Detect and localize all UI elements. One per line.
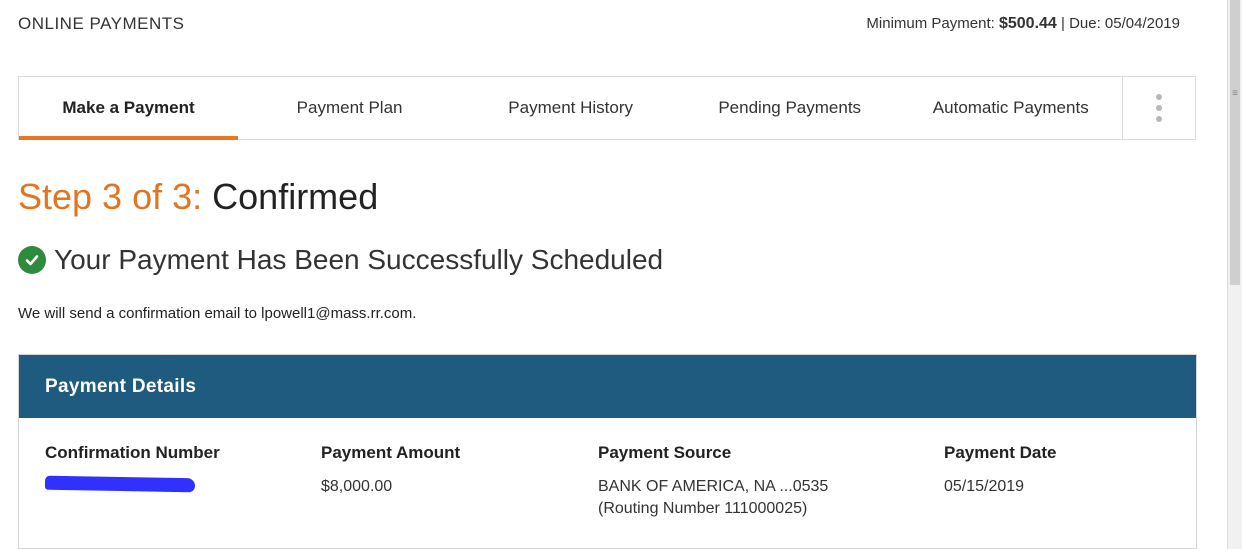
confirmation-number-column: Confirmation Number [44,443,220,498]
online-payments-page: ONLINE PAYMENTS Minimum Payment: $500.44… [0,0,1242,549]
page-header-title: ONLINE PAYMENTS [18,14,185,33]
tab-automatic-payments[interactable]: Automatic Payments [899,77,1122,139]
header-separator: | [1060,15,1065,32]
payment-source-column: Payment Source BANK OF AMERICA, NA ...05… [598,443,828,520]
min-payment-value: $500.44 [998,15,1057,32]
grip-icon: ≡ [1232,88,1238,99]
step-prefix: Step 3 of 3: [18,176,203,217]
payment-details-panel: Payment Details Confirmation Number Paym… [18,354,1197,549]
check-circle-icon [18,246,46,274]
scrollbar-thumb[interactable] [1230,0,1240,285]
success-text: Your Payment Has Been Successfully Sched… [54,244,664,275]
payment-amount-column: Payment Amount $8,000.00 [321,443,460,498]
min-payment-label: Minimum Payment: [866,15,995,32]
minimum-payment-info: Minimum Payment: $500.44 | Due: 05/04/20… [866,15,1180,33]
vertical-ellipsis-icon[interactable] [1122,77,1195,139]
vertical-scrollbar[interactable]: ≡ [1227,0,1242,549]
tab-payment-history[interactable]: Payment History [461,77,680,139]
success-message: Your Payment Has Been Successfully Sched… [18,244,663,276]
tab-label: Automatic Payments [932,98,1089,117]
step-heading: Step 3 of 3: Confirmed [18,176,378,218]
tab-label: Payment History [508,98,633,117]
payment-amount-value: $8,000.00 [321,478,393,495]
tab-label: Payment Plan [296,98,403,117]
tab-make-a-payment[interactable]: Make a Payment [19,77,239,140]
payment-details-title: Payment Details [19,355,1196,418]
tab-pending-payments[interactable]: Pending Payments [680,77,899,139]
payment-date-column: Payment Date 05/15/2019 [944,443,1056,498]
due-label: Due: [1069,15,1101,32]
confirmation-email-note: We will send a confirmation email to lpo… [18,305,417,322]
confirmation-number-value [44,475,220,498]
step-title: Confirmed [212,176,379,217]
column-label: Confirmation Number [45,443,220,462]
payment-source-value: BANK OF AMERICA, NA ...0535 [598,478,829,495]
column-label: Payment Source [598,443,732,462]
payment-tabs: Make a Payment Payment Plan Payment Hist… [18,76,1196,140]
tab-payment-plan[interactable]: Payment Plan [238,77,461,139]
tab-label: Pending Payments [718,98,862,117]
due-date-value: 05/04/2019 [1104,15,1180,32]
column-label: Payment Amount [321,443,461,462]
column-label: Payment Date [944,443,1057,462]
tab-label: Make a Payment [62,98,195,117]
payment-date-value: 05/15/2019 [944,478,1025,495]
routing-number-value: (Routing Number 111000025) [598,500,808,517]
redaction-mark [44,475,196,493]
